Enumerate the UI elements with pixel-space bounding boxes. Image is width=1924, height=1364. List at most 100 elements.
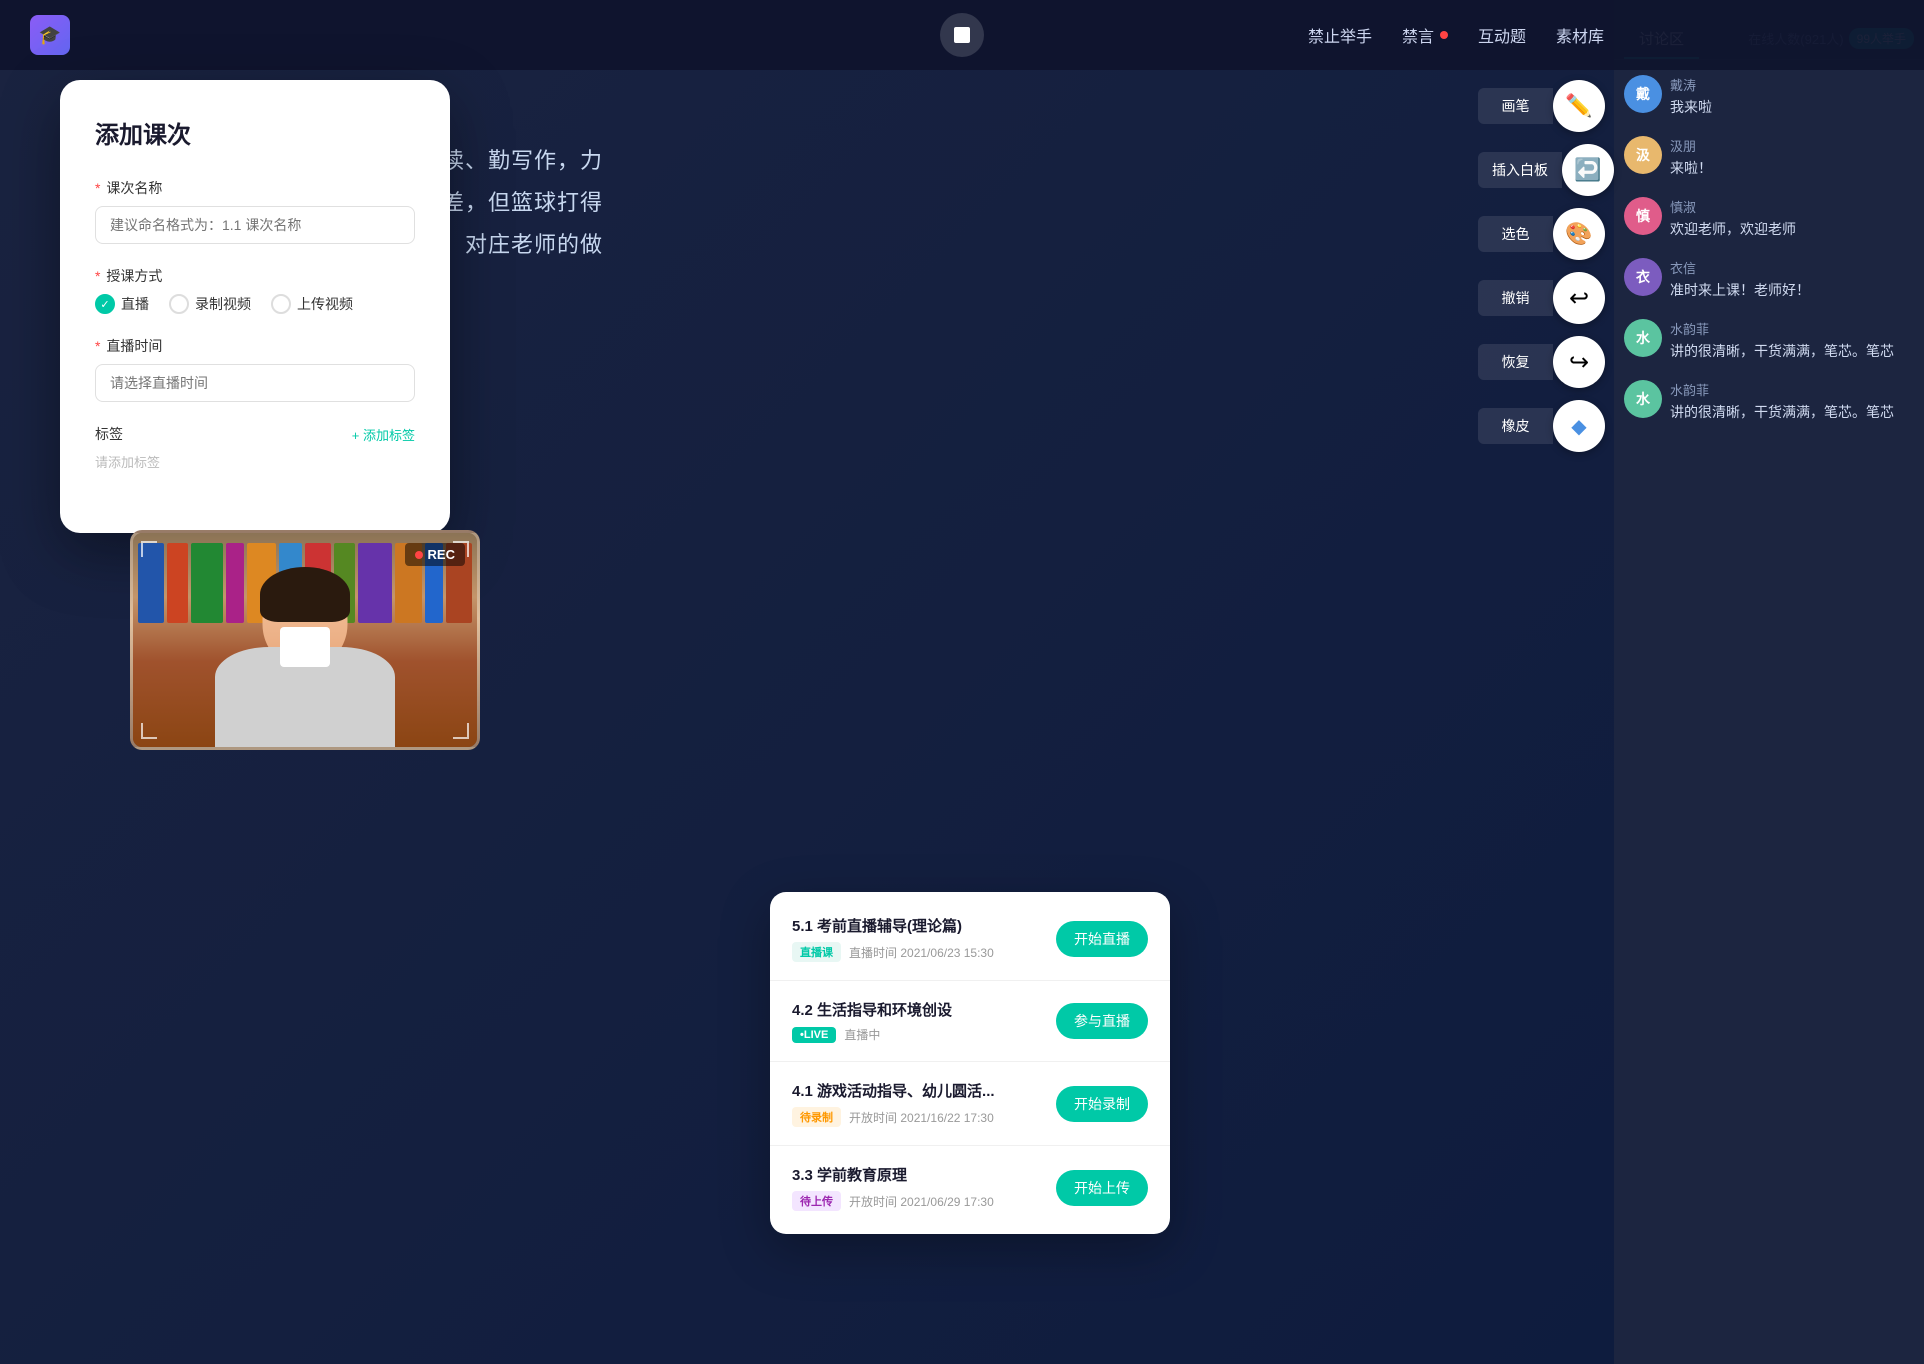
nav-item-ban-raise[interactable]: 禁止举手 xyxy=(1308,23,1372,47)
course-time: 开放时间 2021/16/22 17:30 xyxy=(849,1109,994,1126)
live-time-group: * 直播时间 xyxy=(95,336,415,402)
chat-message: 慎 慎淑 欢迎老师，欢迎老师 xyxy=(1624,197,1914,240)
tool-whiteboard[interactable]: 插入白板 ↩️ xyxy=(1478,144,1614,196)
tags-label: 标签 xyxy=(95,424,123,444)
method-upload[interactable]: 上传视频 xyxy=(271,294,353,314)
message-content: 汲朋 来啦！ xyxy=(1670,136,1914,179)
course-meta: 直播课 直播时间 2021/06/23 15:30 xyxy=(792,942,1056,962)
nav-item-interaction[interactable]: 互动题 xyxy=(1478,23,1526,47)
tool-color-button[interactable]: 🎨 xyxy=(1553,208,1605,260)
tags-group: 标签 + 添加标签 请添加标签 xyxy=(95,424,415,471)
live-time-input[interactable] xyxy=(95,364,415,402)
course-name-label: * 课次名称 xyxy=(95,178,415,198)
message-name: 戴涛 xyxy=(1670,75,1914,94)
course-start-live-button[interactable]: 开始直播 xyxy=(1056,921,1148,957)
teaching-method-group: * 授课方式 直播 录制视频 上传视频 xyxy=(95,266,415,314)
message-name: 慎淑 xyxy=(1670,197,1914,216)
person-silhouette xyxy=(195,562,415,747)
nav-item-materials[interactable]: 素材库 xyxy=(1556,23,1604,47)
message-text: 来啦！ xyxy=(1670,158,1914,179)
nav-item-mute[interactable]: 禁言 xyxy=(1402,23,1448,47)
course-info: 3.3 学前教育原理 待上传 开放时间 2021/06/29 17:30 xyxy=(792,1164,1056,1211)
chat-message: 水 水韵菲 讲的很清晰，干货满满，笔芯。笔芯 xyxy=(1624,319,1914,362)
course-time: 直播中 xyxy=(844,1026,880,1043)
top-bar: 🎓 禁止举手 禁言 互动题 素材库 xyxy=(0,0,1924,70)
course-info: 4.1 游戏活动指导、幼儿圆活... 待录制 开放时间 2021/16/22 1… xyxy=(792,1080,1056,1127)
course-name-group: * 课次名称 xyxy=(95,178,415,244)
tool-whiteboard-button[interactable]: ↩️ xyxy=(1562,144,1614,196)
course-tag: 待上传 xyxy=(792,1191,841,1211)
chat-message: 衣 衣信 准时来上课！老师好！ xyxy=(1624,258,1914,301)
tool-color[interactable]: 选色 🎨 xyxy=(1478,208,1614,260)
course-meta: •LIVE 直播中 xyxy=(792,1026,1056,1043)
message-text: 讲的很清晰，干货满满，笔芯。笔芯 xyxy=(1670,341,1914,362)
course-time: 开放时间 2021/06/29 17:30 xyxy=(849,1193,994,1210)
tool-pen-button[interactable]: ✏️ xyxy=(1553,80,1605,132)
course-name-input[interactable] xyxy=(95,206,415,244)
course-list-card: 5.1 考前直播辅导(理论篇) 直播课 直播时间 2021/06/23 15:3… xyxy=(770,892,1170,1234)
course-time: 直播时间 2021/06/23 15:30 xyxy=(849,944,994,961)
tool-undo[interactable]: 撤销 ↩ xyxy=(1478,272,1614,324)
method-radio-group: 直播 录制视频 上传视频 xyxy=(95,294,415,314)
radio-record-icon xyxy=(169,294,189,314)
message-text: 欢迎老师，欢迎老师 xyxy=(1670,219,1914,240)
method-live[interactable]: 直播 xyxy=(95,294,149,314)
course-name: 5.1 考前直播辅导(理论篇) xyxy=(792,915,1056,936)
course-start-upload-button[interactable]: 开始上传 xyxy=(1056,1170,1148,1206)
tool-eraser-label: 橡皮 xyxy=(1478,408,1553,444)
course-tag: 直播课 xyxy=(792,942,841,962)
course-join-live-button[interactable]: 参与直播 xyxy=(1056,1003,1148,1039)
course-start-record-button[interactable]: 开始录制 xyxy=(1056,1086,1148,1122)
tool-eraser-button[interactable]: ◆ xyxy=(1553,400,1605,452)
tool-redo-button[interactable]: ↪ xyxy=(1553,336,1605,388)
message-content: 戴涛 我来啦 xyxy=(1670,75,1914,118)
message-text: 准时来上课！老师好！ xyxy=(1670,280,1914,301)
course-item: 4.2 生活指导和环境创设 •LIVE 直播中 参与直播 xyxy=(770,981,1170,1062)
avatar: 慎 xyxy=(1624,197,1662,235)
radio-upload-icon xyxy=(271,294,291,314)
course-name: 4.2 生活指导和环境创设 xyxy=(792,999,1056,1020)
message-content: 水韵菲 讲的很清晰，干货满满，笔芯。笔芯 xyxy=(1670,380,1914,423)
stop-button[interactable] xyxy=(940,13,984,57)
tool-eraser[interactable]: 橡皮 ◆ xyxy=(1478,400,1614,452)
tool-color-label: 选色 xyxy=(1478,216,1553,252)
course-item: 4.1 游戏活动指导、幼儿圆活... 待录制 开放时间 2021/16/22 1… xyxy=(770,1062,1170,1146)
message-name: 水韵菲 xyxy=(1670,319,1914,338)
rec-dot-icon xyxy=(415,551,423,559)
course-meta: 待上传 开放时间 2021/06/29 17:30 xyxy=(792,1191,1056,1211)
chat-messages: 戴 戴涛 我来啦 汲 汲朋 来啦！ 慎 慎淑 欢迎老师，欢迎老师 衣 xyxy=(1614,60,1924,1364)
logo-icon: 🎓 xyxy=(30,15,70,55)
message-content: 衣信 准时来上课！老师好！ xyxy=(1670,258,1914,301)
message-content: 慎淑 欢迎老师，欢迎老师 xyxy=(1670,197,1914,240)
logo-area: 🎓 xyxy=(30,15,70,55)
tool-redo-label: 恢复 xyxy=(1478,344,1553,380)
message-name: 水韵菲 xyxy=(1670,380,1914,399)
chat-message: 水 水韵菲 讲的很清晰，干货满满，笔芯。笔芯 xyxy=(1624,380,1914,423)
message-text: 讲的很清晰，干货满满，笔芯。笔芯 xyxy=(1670,402,1914,423)
course-tag: 待录制 xyxy=(792,1107,841,1127)
method-record[interactable]: 录制视频 xyxy=(169,294,251,314)
radio-live-icon xyxy=(95,294,115,314)
avatar: 水 xyxy=(1624,319,1662,357)
live-time-label: * 直播时间 xyxy=(95,336,415,356)
course-tag: •LIVE xyxy=(792,1027,836,1043)
camera-preview: REC xyxy=(130,530,480,750)
course-info: 5.1 考前直播辅导(理论篇) 直播课 直播时间 2021/06/23 15:3… xyxy=(792,915,1056,962)
course-name: 3.3 学前教育原理 xyxy=(792,1164,1056,1185)
top-nav: 禁止举手 禁言 互动题 素材库 xyxy=(1308,23,1604,47)
stop-icon xyxy=(954,27,970,43)
avatar: 衣 xyxy=(1624,258,1662,296)
avatar: 戴 xyxy=(1624,75,1662,113)
message-name: 汲朋 xyxy=(1670,136,1914,155)
tool-pen[interactable]: 画笔 ✏️ xyxy=(1478,80,1614,132)
add-tag-button[interactable]: + 添加标签 xyxy=(352,425,415,444)
avatar: 汲 xyxy=(1624,136,1662,174)
message-content: 水韵菲 讲的很清晰，干货满满，笔芯。笔芯 xyxy=(1670,319,1914,362)
tool-redo[interactable]: 恢复 ↪ xyxy=(1478,336,1614,388)
chat-message: 戴 戴涛 我来啦 xyxy=(1624,75,1914,118)
modal-title: 添加课次 xyxy=(95,115,415,150)
course-name: 4.1 游戏活动指导、幼儿圆活... xyxy=(792,1080,1056,1101)
tool-whiteboard-label: 插入白板 xyxy=(1478,152,1562,188)
red-dot-icon xyxy=(1440,31,1448,39)
tool-undo-button[interactable]: ↩ xyxy=(1553,272,1605,324)
